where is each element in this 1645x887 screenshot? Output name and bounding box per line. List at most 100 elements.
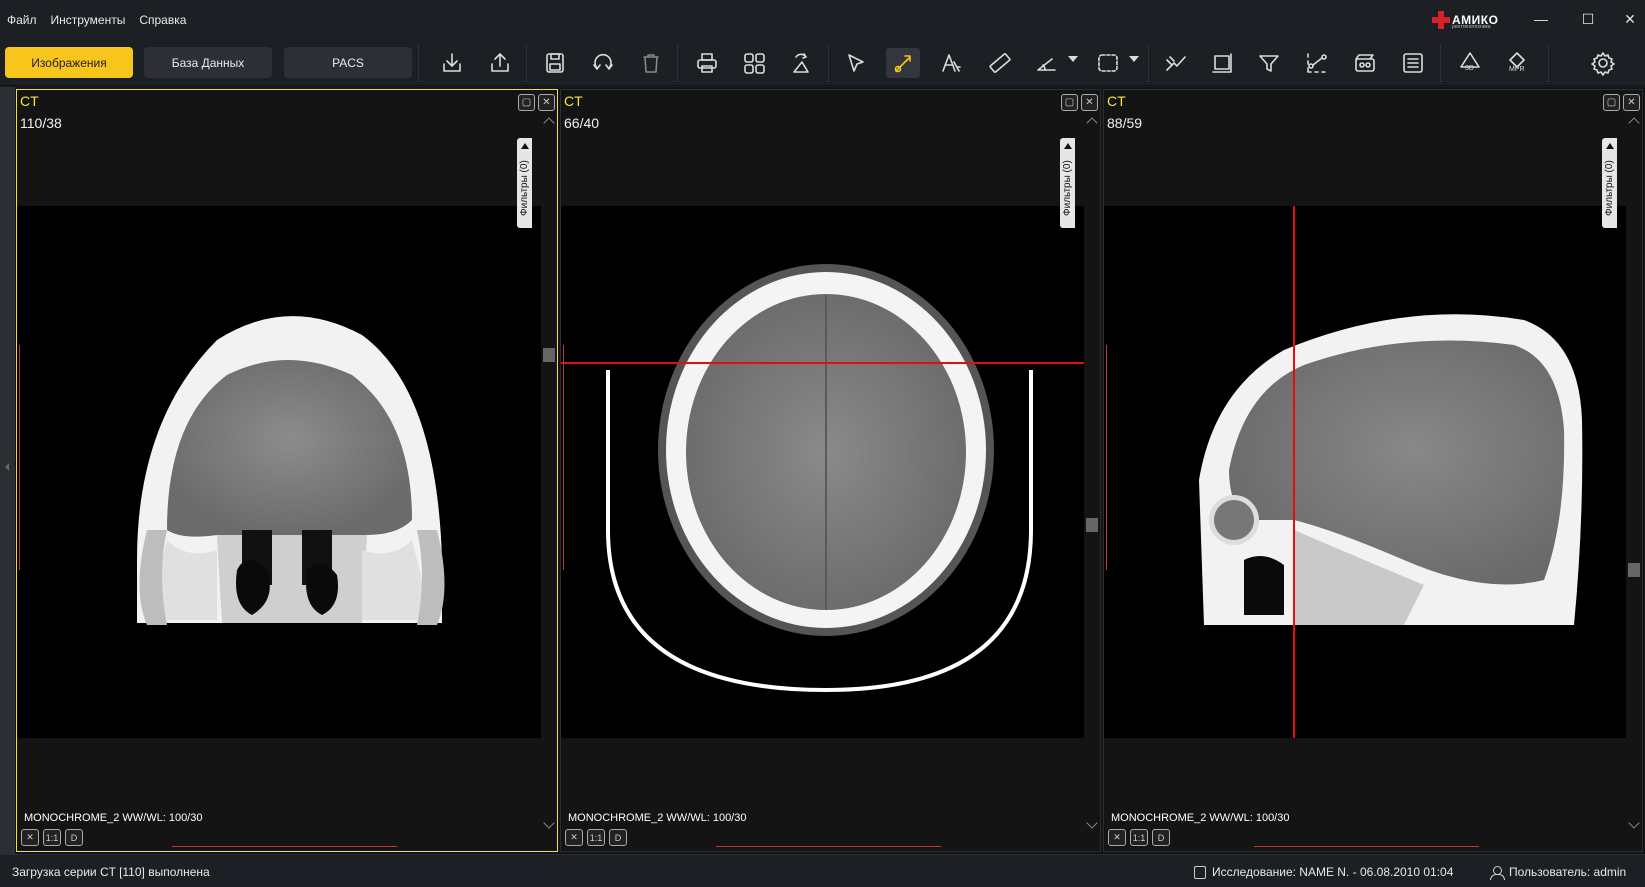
filters-label: Фильтры (0) bbox=[519, 160, 530, 216]
fit-1to1-button[interactable]: 1:1 bbox=[587, 829, 605, 846]
viewport-bottom-buttons: ✕ 1:1 D bbox=[21, 829, 83, 846]
import-icon[interactable] bbox=[435, 48, 469, 78]
minimize-button[interactable]: — bbox=[1528, 8, 1554, 30]
flip-icon[interactable] bbox=[784, 48, 818, 78]
tab-database[interactable]: База Данных bbox=[144, 47, 272, 78]
maximize-viewport-icon[interactable]: ▢ bbox=[1603, 94, 1620, 111]
crop-icon[interactable] bbox=[1205, 48, 1239, 78]
window-level-icon[interactable] bbox=[886, 48, 920, 78]
print-icon[interactable] bbox=[690, 48, 724, 78]
angle-icon[interactable] bbox=[1030, 48, 1064, 78]
close-viewport-icon[interactable]: ✕ bbox=[1623, 94, 1640, 111]
toolbar-separator bbox=[418, 44, 419, 82]
scroll-up-icon[interactable] bbox=[1086, 117, 1098, 129]
layout-icon[interactable] bbox=[737, 48, 771, 78]
toolbar-separator bbox=[828, 44, 829, 82]
report-icon[interactable] bbox=[1396, 48, 1430, 78]
slice-scrollbar[interactable] bbox=[1626, 113, 1642, 833]
filters-tab[interactable]: Фильтры (0) bbox=[1060, 138, 1075, 228]
logo-subtitle: рентгенотехника bbox=[1452, 24, 1491, 30]
side-panel-toggle[interactable] bbox=[0, 87, 15, 854]
delete-icon[interactable] bbox=[634, 48, 668, 78]
toolbar-separator bbox=[677, 44, 678, 82]
menu-file[interactable]: Файл bbox=[0, 0, 44, 40]
scroll-thumb[interactable] bbox=[543, 348, 555, 362]
user-label: Пользователь: admin bbox=[1509, 865, 1627, 879]
roi-select-icon[interactable] bbox=[1091, 48, 1125, 78]
study-label: Исследование: NAME N. - 06.08.2010 01:04 bbox=[1212, 865, 1454, 879]
status-message: Загрузка серии CT [110] выполнена bbox=[12, 865, 210, 879]
scroll-up-icon[interactable] bbox=[543, 117, 555, 129]
triangle-icon bbox=[1064, 143, 1072, 149]
rotate-icon[interactable] bbox=[586, 48, 620, 78]
scroll-thumb[interactable] bbox=[1086, 518, 1098, 532]
filters-tab[interactable]: Фильтры (0) bbox=[1602, 138, 1617, 228]
close-viewport-icon[interactable]: ✕ bbox=[1081, 94, 1098, 111]
viewport-bottom-buttons: ✕ 1:1 D bbox=[1108, 829, 1170, 846]
viewport-window-buttons: ▢ ✕ bbox=[518, 94, 555, 111]
scroll-down-icon[interactable] bbox=[1628, 817, 1640, 829]
viewport-bottom-buttons: ✕ 1:1 D bbox=[565, 829, 627, 846]
scroll-thumb[interactable] bbox=[1628, 563, 1640, 577]
cine-icon[interactable] bbox=[1348, 48, 1382, 78]
filter-icon[interactable] bbox=[1252, 48, 1286, 78]
toolbar-separator bbox=[1548, 44, 1549, 82]
menu-tools[interactable]: Инструменты bbox=[44, 0, 133, 40]
reset-icon[interactable]: ✕ bbox=[1108, 829, 1126, 846]
d-button[interactable]: D bbox=[1152, 829, 1170, 846]
text-annotation-icon[interactable] bbox=[934, 48, 968, 78]
ct-image-coronal[interactable] bbox=[17, 90, 558, 852]
scale-ruler-vertical bbox=[563, 345, 569, 570]
window-level-info: MONOCHROME_2 WW/WL: 100/30 bbox=[568, 812, 747, 824]
user-icon bbox=[1490, 865, 1505, 880]
export-icon[interactable] bbox=[483, 48, 517, 78]
maximize-button[interactable]: ☐ bbox=[1575, 8, 1601, 30]
viewport-axial[interactable]: CT 66/40 ▢ ✕ Фильтры (0) MONOCHROME_2 WW… bbox=[560, 89, 1101, 852]
presets-icon[interactable] bbox=[1158, 48, 1192, 78]
maximize-viewport-icon[interactable]: ▢ bbox=[518, 94, 535, 111]
scale-ruler-vertical bbox=[19, 345, 25, 570]
d-button[interactable]: D bbox=[609, 829, 627, 846]
fit-1to1-button[interactable]: 1:1 bbox=[43, 829, 61, 846]
window-level-info: MONOCHROME_2 WW/WL: 100/30 bbox=[1111, 812, 1290, 824]
window-level-info: MONOCHROME_2 WW/WL: 100/30 bbox=[24, 812, 203, 824]
maximize-viewport-icon[interactable]: ▢ bbox=[1061, 94, 1078, 111]
slice-counter: 110/38 bbox=[20, 115, 62, 131]
viewer-area: CT 110/38 ▢ ✕ Фильтры (0) MONOCHROME_2 W… bbox=[0, 87, 1645, 854]
angle-dropdown-icon[interactable] bbox=[1068, 56, 1078, 62]
mpr-icon[interactable]: MPR bbox=[1500, 48, 1534, 78]
tab-pacs[interactable]: PACS bbox=[284, 47, 412, 78]
ct-image-axial[interactable] bbox=[561, 90, 1101, 852]
close-viewport-icon[interactable]: ✕ bbox=[538, 94, 555, 111]
modality-label: CT bbox=[564, 93, 583, 109]
close-button[interactable]: ✕ bbox=[1617, 8, 1643, 30]
ruler-icon[interactable] bbox=[982, 48, 1016, 78]
modality-label: CT bbox=[20, 93, 39, 109]
3d-icon[interactable]: 3D bbox=[1453, 48, 1487, 78]
curve-icon[interactable] bbox=[1300, 48, 1334, 78]
save-icon[interactable] bbox=[538, 48, 572, 78]
scale-ruler-horizontal bbox=[716, 841, 941, 847]
slice-scrollbar[interactable] bbox=[541, 113, 557, 833]
filters-tab[interactable]: Фильтры (0) bbox=[517, 138, 532, 228]
scroll-down-icon[interactable] bbox=[543, 817, 555, 829]
roi-dropdown-icon[interactable] bbox=[1129, 56, 1139, 62]
viewport-coronal[interactable]: CT 110/38 ▢ ✕ Фильтры (0) MONOCHROME_2 W… bbox=[16, 89, 558, 852]
amiko-logo: АМИКО рентгенотехника bbox=[1432, 9, 1510, 31]
ct-image-sagittal[interactable] bbox=[1104, 90, 1643, 852]
slice-scrollbar[interactable] bbox=[1084, 113, 1100, 833]
reset-icon[interactable]: ✕ bbox=[565, 829, 583, 846]
scale-ruler-vertical bbox=[1106, 345, 1112, 570]
menu-help[interactable]: Справка bbox=[132, 0, 193, 40]
settings-gear-icon[interactable] bbox=[1586, 48, 1620, 78]
reset-icon[interactable]: ✕ bbox=[21, 829, 39, 846]
app-window: Файл Инструменты Справка АМИКО рентгенот… bbox=[0, 0, 1645, 887]
pointer-icon[interactable] bbox=[839, 48, 873, 78]
viewport-sagittal[interactable]: CT 88/59 ▢ ✕ Фильтры (0) MONOCHROME_2 WW… bbox=[1103, 89, 1643, 852]
3d-icon-label: 3D bbox=[1465, 65, 1474, 72]
d-button[interactable]: D bbox=[65, 829, 83, 846]
scroll-down-icon[interactable] bbox=[1086, 817, 1098, 829]
tab-images[interactable]: Изображения bbox=[5, 47, 133, 78]
fit-1to1-button[interactable]: 1:1 bbox=[1130, 829, 1148, 846]
scroll-up-icon[interactable] bbox=[1628, 117, 1640, 129]
